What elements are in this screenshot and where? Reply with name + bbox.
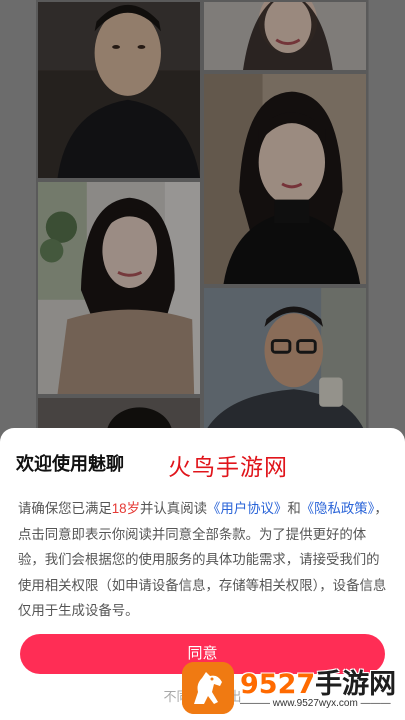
watermark-text: 火鸟手游网 [168, 455, 288, 481]
site-url: ——— www.9527wyx.com ——— [240, 698, 391, 709]
dialog-body: 请确保您已满足18岁并认真阅读《用户协议》和《隐私政策》，点击同意即表示你阅读并… [18, 496, 390, 624]
privacy-policy-link[interactable]: 《隐私政策》 [301, 501, 375, 516]
horse-logo-icon [182, 662, 234, 714]
site-url-text: www.9527wyx.com [272, 698, 358, 709]
site-name: 9527手游网 [240, 662, 396, 701]
age-requirement: 18岁 [111, 501, 141, 516]
site-watermark: 9527手游网 ——— www.9527wyx.com ——— [182, 662, 397, 716]
site-title: 手游网 [315, 669, 397, 700]
site-number: 9527 [240, 669, 316, 700]
user-agreement-link[interactable]: 《用户协议》 [207, 501, 287, 516]
body-text-1: 请确保您已满足 [18, 501, 112, 516]
body-text-and: 和 [287, 501, 301, 516]
body-text-2: 并认真阅读 [140, 501, 207, 516]
dialog-title: 欢迎使用魅聊 [16, 454, 124, 474]
body-text-3: ，点击同意即表示你阅读并同意全部条款。为了提供更好的体验，我们会根据您的使用服务… [18, 501, 388, 618]
